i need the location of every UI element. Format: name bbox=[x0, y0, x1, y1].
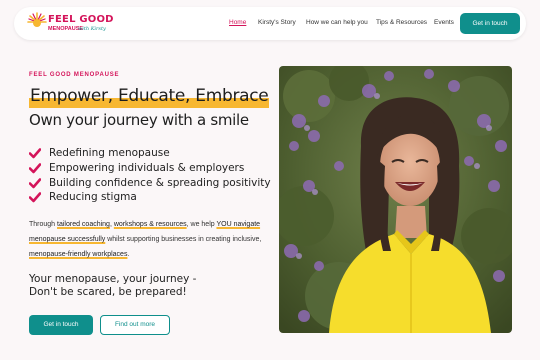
tagline-line-2: Don't be scared, be prepared! bbox=[29, 286, 187, 298]
page: FEEL GOOD MENOPAUSE with Kirsty Home Kir… bbox=[0, 0, 540, 360]
benefit-label: Reducing stigma bbox=[49, 191, 137, 204]
link-tailored-coaching[interactable]: tailored coaching bbox=[57, 221, 110, 228]
tagline-line-1: Your menopause, your journey - bbox=[29, 273, 197, 285]
hero-eyebrow: FEEL GOOD MENOPAUSE bbox=[29, 72, 120, 78]
portrait-illustration bbox=[279, 66, 512, 333]
nav-item-home[interactable]: Home bbox=[229, 19, 246, 26]
hero-heading: Empower, Educate, Embrace bbox=[29, 86, 270, 108]
description-text: . bbox=[127, 251, 130, 258]
logo-text-with-kirsty: with Kirsty bbox=[78, 26, 106, 32]
check-icon bbox=[29, 192, 41, 203]
description-text: , we help bbox=[186, 221, 217, 228]
nav-item-tips-resources[interactable]: Tips & Resources bbox=[376, 19, 427, 26]
check-icon bbox=[29, 148, 41, 159]
get-in-touch-button[interactable]: Get in touch bbox=[29, 315, 93, 335]
nav-item-events[interactable]: Events bbox=[434, 19, 454, 26]
link-menopause-friendly-workplaces[interactable]: menopause-friendly workplaces bbox=[29, 251, 127, 258]
benefit-label: Empowering individuals & employers bbox=[49, 161, 245, 174]
hero-description: Through tailored coaching, workshops & r… bbox=[29, 217, 265, 262]
link-workshops-resources[interactable]: workshops & resources bbox=[114, 221, 187, 228]
hero-tagline: Your menopause, your journey - Don't be … bbox=[29, 273, 196, 299]
header-get-in-touch-button[interactable]: Get in touch bbox=[460, 13, 520, 34]
nav-item-how-we-can-help[interactable]: How we can help you bbox=[306, 19, 368, 26]
logo-text-feel-good: FEEL GOOD bbox=[48, 14, 114, 25]
find-out-more-button[interactable]: Find out more bbox=[100, 315, 170, 335]
benefit-label: Building confidence & spreading positivi… bbox=[49, 176, 271, 189]
check-icon bbox=[29, 162, 41, 174]
description-text: whilst supporting businesses in creating… bbox=[105, 236, 262, 243]
check-icon bbox=[29, 177, 41, 188]
description-text: Through bbox=[29, 221, 58, 228]
header-nav: FEEL GOOD MENOPAUSE with Kirsty Home Kir… bbox=[14, 7, 526, 40]
benefit-label: Redefining menopause bbox=[49, 147, 170, 159]
sun-logo-icon bbox=[27, 12, 47, 27]
hero-subheading: Own your journey with a smile bbox=[29, 111, 249, 129]
site-logo[interactable]: FEEL GOOD MENOPAUSE with Kirsty bbox=[26, 11, 113, 37]
portrait-photo bbox=[279, 66, 512, 333]
nav-item-kirstys-story[interactable]: Kirsty's Story bbox=[258, 19, 296, 26]
